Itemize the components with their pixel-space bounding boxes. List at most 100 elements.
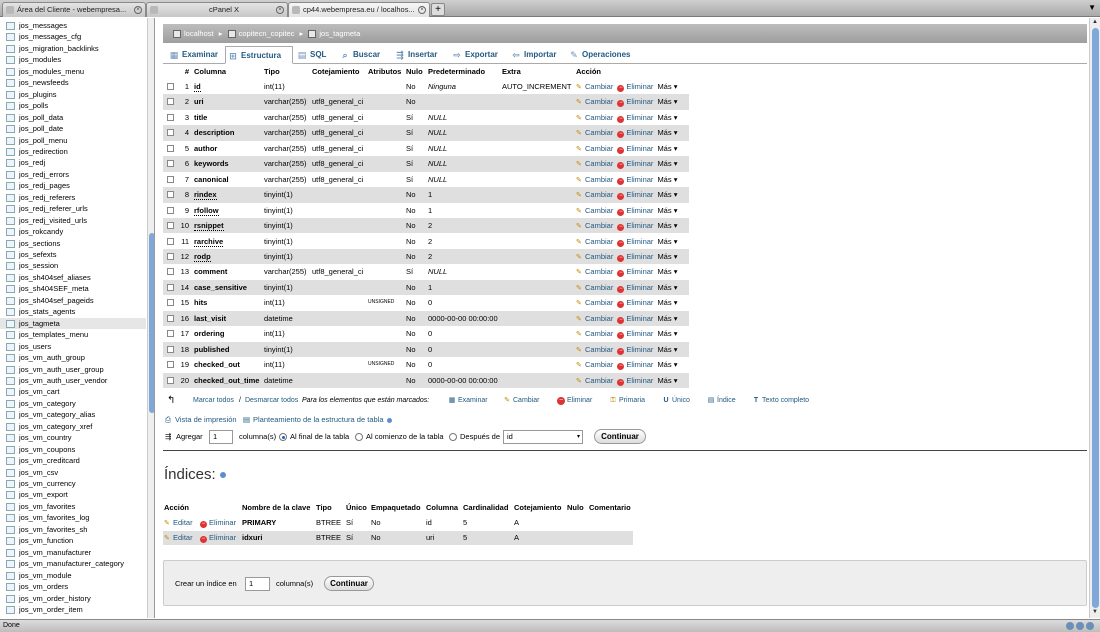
change-button[interactable]: ✎ Cambiar <box>576 125 613 140</box>
delete-button[interactable]: − Eliminar <box>617 94 653 109</box>
table-icon[interactable] <box>6 228 15 237</box>
tab-importar[interactable]: ⇦ Importar <box>509 46 567 64</box>
header-columna[interactable]: Columna <box>194 66 226 78</box>
table-icon[interactable] <box>6 319 15 328</box>
row-checkbox[interactable] <box>167 222 174 230</box>
delete-button[interactable]: − Eliminar <box>617 326 653 341</box>
row-checkbox[interactable] <box>167 113 174 121</box>
sidebar-item-table[interactable]: jos_redj_errors <box>0 169 146 181</box>
change-button[interactable]: ✎ Cambiar <box>576 187 613 202</box>
right-scrollbar-thumb[interactable] <box>1092 28 1099 608</box>
delete-index-button[interactable]: − Eliminar <box>200 531 236 545</box>
table-icon[interactable] <box>6 159 15 168</box>
sidebar-item-table[interactable]: jos_messages <box>0 20 146 32</box>
sidebar-item-table[interactable]: jos_sh404sef_aliases <box>0 272 146 284</box>
close-icon[interactable]: × <box>418 6 426 14</box>
change-button[interactable]: ✎ Cambiar <box>576 141 613 156</box>
delete-button[interactable]: − Eliminar <box>617 342 653 357</box>
radio-end-of-table[interactable] <box>279 433 287 441</box>
delete-button[interactable]: − Eliminar <box>617 203 653 218</box>
tab-sql[interactable]: ▤ SQL <box>295 46 335 64</box>
change-button[interactable]: ✎ Cambiar <box>576 218 613 233</box>
table-icon[interactable] <box>6 56 15 65</box>
table-icon[interactable] <box>6 411 15 420</box>
sidebar-item-table[interactable]: jos_redirection <box>0 146 146 158</box>
sidebar-item-table[interactable]: jos_sh404SEF_meta <box>0 283 146 295</box>
delete-button[interactable]: − Eliminar <box>617 280 653 295</box>
add-count-input[interactable]: 1 <box>209 430 233 444</box>
sidebar-item-table[interactable]: jos_vm_auth_group <box>0 352 146 364</box>
sidebar-item-table[interactable]: jos_vm_favorites_log <box>0 512 146 524</box>
delete-button[interactable]: − Eliminar <box>617 295 653 310</box>
table-icon[interactable] <box>6 605 15 614</box>
change-button[interactable]: ✎ Cambiar <box>576 234 613 249</box>
sidebar-item-table[interactable]: jos_vm_export <box>0 489 146 501</box>
delete-index-button[interactable]: − Eliminar <box>200 516 236 530</box>
table-icon[interactable] <box>6 388 15 397</box>
radio-start-of-table[interactable] <box>355 433 363 441</box>
table-icon[interactable] <box>6 525 15 534</box>
change-button[interactable]: ✎ Cambiar <box>576 94 613 109</box>
sidebar-item-table[interactable]: jos_migration_backlinks <box>0 43 146 55</box>
delete-button[interactable]: − Eliminar <box>617 234 653 249</box>
scroll-down-icon[interactable]: ▼ <box>1092 609 1098 615</box>
close-icon[interactable]: × <box>276 6 284 14</box>
table-icon[interactable] <box>6 216 15 225</box>
more-dropdown[interactable]: Más ▾ <box>657 203 677 218</box>
row-checkbox[interactable] <box>167 376 174 384</box>
sidebar-item-table[interactable]: jos_templates_menu <box>0 329 146 341</box>
table-icon[interactable] <box>6 308 15 317</box>
bulk-indice[interactable]: ▤ Índice <box>707 394 736 408</box>
sidebar-item-table[interactable]: jos_users <box>0 341 146 353</box>
table-icon[interactable] <box>6 125 15 134</box>
change-button[interactable]: ✎ Cambiar <box>576 373 613 388</box>
sidebar-item-table[interactable]: jos_redj_referers <box>0 192 146 204</box>
table-icon[interactable] <box>6 548 15 557</box>
unmark-all-link[interactable]: Desmarcar todos <box>245 394 298 408</box>
sidebar-item-table[interactable]: jos_vm_currency <box>0 478 146 490</box>
tab-operaciones[interactable]: ✎ Operaciones <box>567 46 637 64</box>
left-scrollbar[interactable] <box>147 18 154 618</box>
row-checkbox[interactable] <box>167 299 174 307</box>
table-icon[interactable] <box>6 422 15 431</box>
row-checkbox[interactable] <box>167 206 174 214</box>
more-dropdown[interactable]: Más ▾ <box>657 342 677 357</box>
table-icon[interactable] <box>6 594 15 603</box>
browser-tab-client-area[interactable]: Área del Cliente - webempresa... × <box>2 2 146 17</box>
row-checkbox[interactable] <box>167 98 174 106</box>
more-dropdown[interactable]: Más ▾ <box>657 280 677 295</box>
table-icon[interactable] <box>6 251 15 259</box>
more-dropdown[interactable]: Más ▾ <box>657 311 677 326</box>
table-icon[interactable] <box>6 434 15 443</box>
more-dropdown[interactable]: Más ▾ <box>657 125 677 140</box>
table-icon[interactable] <box>6 136 15 145</box>
structure-plan-link[interactable]: Planteamiento de la estructura de tabla <box>253 414 384 426</box>
sidebar-item-table[interactable]: jos_vm_module <box>0 570 146 582</box>
table-icon[interactable] <box>6 331 15 340</box>
table-icon[interactable] <box>6 399 15 408</box>
more-dropdown[interactable]: Más ▾ <box>657 357 677 372</box>
sidebar-item-table[interactable]: jos_vm_creditcard <box>0 455 146 467</box>
breadcrumb-server[interactable]: localhost <box>184 29 214 38</box>
table-icon[interactable] <box>6 205 15 214</box>
table-icon[interactable] <box>6 571 15 580</box>
delete-button[interactable]: − Eliminar <box>617 141 653 156</box>
table-icon[interactable] <box>6 182 15 191</box>
sidebar-item-table[interactable]: jos_messages_cfg <box>0 31 146 43</box>
table-icon[interactable] <box>6 342 15 351</box>
change-button[interactable]: ✎ Cambiar <box>576 203 613 218</box>
sidebar-item-table[interactable]: jos_stats_agents <box>0 306 146 318</box>
delete-button[interactable]: − Eliminar <box>617 79 653 94</box>
table-icon[interactable] <box>6 22 15 30</box>
change-button[interactable]: ✎ Cambiar <box>576 172 613 187</box>
sidebar-item-table[interactable]: jos_vm_auth_user_group <box>0 364 146 376</box>
delete-button[interactable]: − Eliminar <box>617 110 653 125</box>
table-icon[interactable] <box>6 102 15 111</box>
delete-button[interactable]: − Eliminar <box>617 373 653 388</box>
sidebar-item-table[interactable]: jos_redj_pages <box>0 180 146 192</box>
tab-insertar[interactable]: ⇶ Insertar <box>393 46 447 64</box>
sidebar-item-table[interactable]: jos_redj_referer_urls <box>0 203 146 215</box>
change-button[interactable]: ✎ Cambiar <box>576 79 613 94</box>
more-dropdown[interactable]: Más ▾ <box>657 295 677 310</box>
sidebar-item-table[interactable]: jos_vm_cart <box>0 386 146 398</box>
